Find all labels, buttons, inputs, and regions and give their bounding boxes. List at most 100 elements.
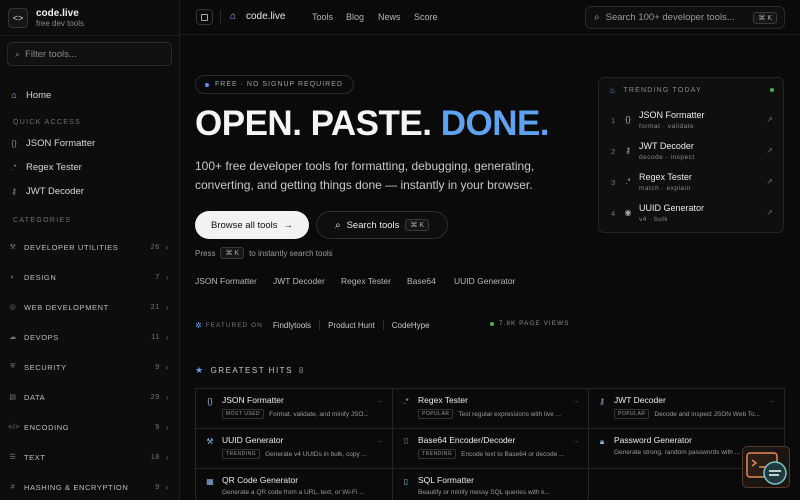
divider xyxy=(382,320,384,330)
tool-description: Generate a QR code from a URL, text, or … xyxy=(222,489,365,496)
divider xyxy=(0,35,179,36)
category-text[interactable]: ☰ TEXT 18 › xyxy=(8,449,169,465)
flame-icon: ♨ xyxy=(609,86,618,95)
global-search[interactable]: ⌕ Search 100+ developer tools... ⌘ K xyxy=(585,6,785,29)
tool-card-jwt-decoder[interactable]: ⚷ JWT Decoder POPULAR Decode and inspect … xyxy=(588,389,785,429)
arrow-right-icon: → xyxy=(283,219,294,231)
category-count: 18 xyxy=(150,453,160,461)
chevron-right-icon: › xyxy=(165,452,169,462)
brand[interactable]: <> code.live free dev tools xyxy=(8,6,84,30)
key-icon: ⚷ xyxy=(599,397,605,406)
nav-news[interactable]: News xyxy=(378,12,401,22)
tool-name: JWT Decoder xyxy=(614,395,666,405)
tool-description: Decode and inspect JSON Web To... xyxy=(654,410,761,418)
sparkle-icon: ✲ xyxy=(195,320,202,330)
quick-link-base64[interactable]: Base64 xyxy=(407,276,436,286)
filter-tools[interactable]: ⌕ xyxy=(7,42,172,66)
category-label: DEVOPS xyxy=(24,332,59,342)
category-web-development[interactable]: ◎ WEB DEVELOPMENT 21 › xyxy=(8,299,169,315)
regex-icon: .* xyxy=(625,177,631,186)
star-icon: ★ xyxy=(195,365,205,375)
trending-rank: 2 xyxy=(611,147,616,156)
search-tools-button[interactable]: ⌕ Search tools ⌘ K xyxy=(316,211,448,239)
trending-item[interactable]: 4 ◉ UUID Generator v4 · bulk ↗ xyxy=(599,200,783,228)
tool-description: Generate v4 UUIDs in bulk, copy ... xyxy=(265,450,368,458)
trending-item[interactable]: 2 ⚷ JWT Decoder decode · inspect ↗ xyxy=(599,138,783,166)
browse-all-tools-button[interactable]: Browse all tools → xyxy=(195,211,309,239)
code-icon: </> xyxy=(8,423,20,431)
featured-site[interactable]: Product Hunt xyxy=(328,321,375,330)
tool-card-qr-code-generator[interactable]: ▦ QR Code Generator Generate a QR code f… xyxy=(196,469,393,500)
trending-item[interactable]: 3 .* Regex Tester match · explain ↗ xyxy=(599,169,783,197)
globe-icon: ◎ xyxy=(9,304,17,311)
search-icon: ⌕ xyxy=(15,48,21,59)
category-label: DATA xyxy=(24,392,46,402)
filter-input[interactable] xyxy=(25,48,156,60)
category-devops[interactable]: ☁ DEVOPS 11 › xyxy=(8,329,169,345)
divider xyxy=(220,10,221,24)
category-encoding[interactable]: </> ENCODING 9 › xyxy=(8,419,169,435)
page-views: 7.8K PAGE VIEWS xyxy=(490,320,570,327)
arrow-right-icon: → xyxy=(768,396,776,405)
breadcrumb[interactable]: code.live xyxy=(246,11,285,22)
hero-title-accent: DONE. xyxy=(440,104,550,143)
featured-site[interactable]: CodeHype xyxy=(392,321,430,330)
category-design[interactable]: ◐ DESIGN 7 › xyxy=(8,269,169,285)
tool-name: QR Code Generator xyxy=(222,475,299,485)
tool-card-uuid-generator[interactable]: ⚒ UUID Generator TRENDING Generate v4 UUI… xyxy=(196,429,393,469)
trending-tags: format · validate xyxy=(639,123,695,130)
sidebar-toggle-button[interactable] xyxy=(196,9,213,25)
hero-title-main: OPEN. PASTE. xyxy=(195,104,441,143)
chat-widget-button[interactable] xyxy=(742,446,790,488)
quick-access-heading: QUICK ACCESS xyxy=(13,119,82,126)
tool-tag: TRENDING xyxy=(418,449,457,459)
nav-tools[interactable]: Tools xyxy=(312,12,333,22)
free-badge: FREE · NO SIGNUP REQUIRED xyxy=(195,75,354,94)
search-hint: Press ⌘ K to instantly search tools xyxy=(195,247,333,259)
page-views-text: 7.8K PAGE VIEWS xyxy=(499,320,570,327)
button-label: Browse all tools xyxy=(210,219,278,231)
arrow-right-icon: → xyxy=(572,436,580,445)
greatest-hits-title: GREATEST HITS xyxy=(210,366,293,375)
hint-key: ⌘ K xyxy=(220,247,245,259)
tool-card-sql-formatter[interactable]: ▯ SQL Formatter Beautify or minify messy… xyxy=(392,469,589,500)
quick-link-regex-tester[interactable]: Regex Tester xyxy=(341,276,391,286)
featured-label: FEATURED ON xyxy=(205,321,263,329)
search-placeholder: Search 100+ developer tools... xyxy=(605,12,735,23)
quick-link-uuid-generator[interactable]: UUID Generator xyxy=(454,276,515,286)
tool-card-json-formatter[interactable]: {} JSON Formatter MOST USED Format, valid… xyxy=(196,389,393,429)
sidebar-item-regex-tester[interactable]: .* Regex Tester xyxy=(8,158,171,176)
quick-link-json-formatter[interactable]: JSON Formatter xyxy=(195,276,257,286)
quick-link-jwt-decoder[interactable]: JWT Decoder xyxy=(273,276,325,286)
hint-prefix: Press xyxy=(195,248,216,258)
home-icon[interactable]: ⌂ xyxy=(230,11,236,22)
greatest-hits-grid: {} JSON Formatter MOST USED Format, valid… xyxy=(195,388,785,500)
trending-rank: 1 xyxy=(611,116,616,125)
tool-card-base64[interactable]: ⁞⁞ Base64 Encoder/Decoder TRENDING Encode… xyxy=(392,429,589,469)
tool-name: UUID Generator xyxy=(222,435,284,445)
featured-site[interactable]: Findlytools xyxy=(273,321,311,330)
category-developer-utilities[interactable]: ⚒ DEVELOPER UTILITIES 26 › xyxy=(8,239,169,255)
chevron-right-icon: › xyxy=(165,302,169,312)
category-count: 29 xyxy=(150,393,160,401)
category-data[interactable]: ▤ DATA 29 › xyxy=(8,389,169,405)
arrow-up-right-icon: ↗ xyxy=(766,208,773,217)
database-icon: ▤ xyxy=(9,394,17,401)
category-security[interactable]: ⛨ SECURITY 9 › xyxy=(8,359,169,375)
sidebar-item-label: JSON Formatter xyxy=(26,137,96,149)
trending-item[interactable]: 1 {} JSON Formatter format · validate ↗ xyxy=(599,107,783,135)
chevron-right-icon: › xyxy=(165,482,169,492)
sidebar-item-json-formatter[interactable]: {} JSON Formatter xyxy=(8,134,171,152)
sidebar-item-home[interactable]: ⌂ Home xyxy=(8,86,171,104)
nav-score[interactable]: Score xyxy=(414,12,438,22)
sidebar-item-jwt-decoder[interactable]: ⚷ JWT Decoder xyxy=(8,182,171,200)
tool-card-regex-tester[interactable]: .* Regex Tester POPULAR Test regular expr… xyxy=(392,389,589,429)
file-icon: ▯ xyxy=(403,477,409,486)
brand-tagline: free dev tools xyxy=(36,18,85,28)
category-hashing-encryption[interactable]: # HASHING & ENCRYPTION 9 › xyxy=(8,479,169,495)
nav-blog[interactable]: Blog xyxy=(346,12,364,22)
wrench-icon: ⚒ xyxy=(206,437,214,446)
tool-name: Password Generator xyxy=(614,435,692,445)
tool-description: Test regular expressions with live ... xyxy=(458,410,562,418)
tool-tag: POPULAR xyxy=(614,409,650,419)
